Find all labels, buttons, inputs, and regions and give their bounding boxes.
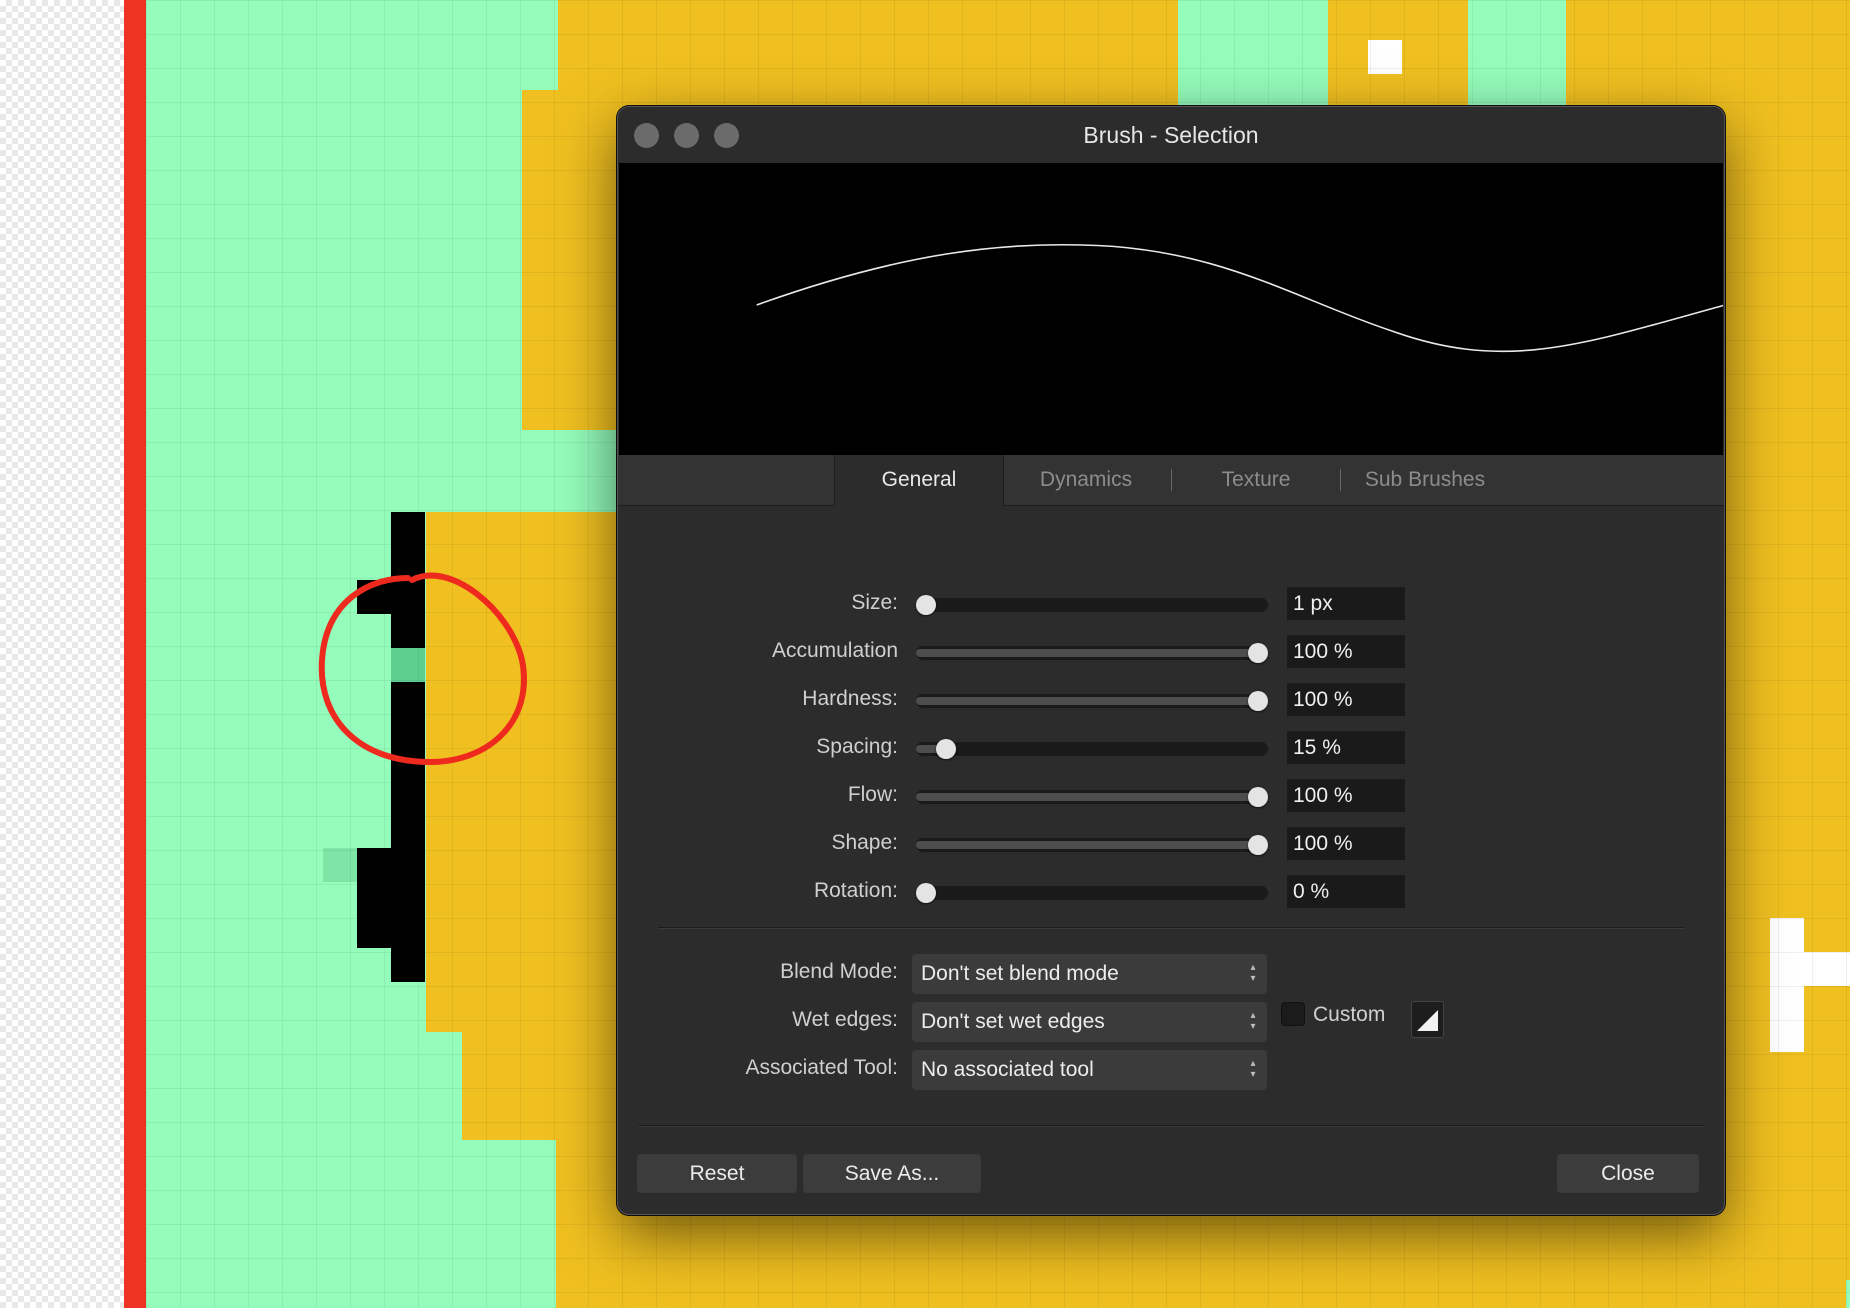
shape-slider[interactable] <box>916 835 1268 855</box>
blend-mode-label: Blend Mode: <box>780 960 898 983</box>
red-edge-stripe <box>124 0 146 1308</box>
wet-edges-label: Wet edges: <box>792 1008 898 1031</box>
slider-label: Accumulation <box>771 639 898 662</box>
size-value-field[interactable]: 1 px <box>1287 587 1405 620</box>
shape-value-field[interactable]: 100 % <box>1287 827 1405 860</box>
slider-knob[interactable] <box>1248 691 1268 711</box>
titlebar: Brush - Selection <box>618 107 1724 163</box>
slider-row-accumulation: Accumulation 100 % <box>618 635 1724 669</box>
accumulation-slider[interactable] <box>916 643 1268 663</box>
flow-slider[interactable] <box>916 787 1268 807</box>
blend-mode-select[interactable]: Don't set blend mode ▴ ▾ <box>912 954 1267 994</box>
size-slider[interactable] <box>916 595 1268 615</box>
slider-label: Size: <box>851 591 898 614</box>
spacing-value-field[interactable]: 15 % <box>1287 731 1405 764</box>
rotation-slider[interactable] <box>916 883 1268 903</box>
slider-label: Flow: <box>847 783 898 806</box>
section-divider <box>658 927 1684 929</box>
tab-dynamics[interactable]: Dynamics <box>1002 455 1170 505</box>
red-circle-annotation <box>318 572 527 766</box>
slider-fill <box>916 697 1258 705</box>
reset-button[interactable]: Reset <box>637 1154 797 1193</box>
stroke-preview-curve <box>756 243 1724 353</box>
slider-fill <box>916 649 1258 657</box>
hardness-value-field[interactable]: 100 % <box>1287 683 1405 716</box>
slider-knob[interactable] <box>1248 643 1268 663</box>
tab-general[interactable]: General <box>834 455 1004 506</box>
custom-checkbox[interactable] <box>1281 1002 1305 1026</box>
custom-label: Custom <box>1313 1003 1386 1026</box>
slider-row-flow: Flow: 100 % <box>618 779 1724 813</box>
slider-knob[interactable] <box>916 883 936 903</box>
window-title: Brush - Selection <box>1083 122 1259 148</box>
ramp-curve-icon <box>1417 1010 1438 1031</box>
slider-label: Shape: <box>831 831 898 854</box>
slider-row-rotation: Rotation: 0 % <box>618 875 1724 909</box>
select-arrows-icon: ▴ ▾ <box>1250 1010 1256 1032</box>
tab-bar: General Dynamics Texture Sub Brushes <box>618 455 1724 506</box>
brush-dialog: Brush - Selection General Dynamics Textu… <box>617 106 1725 1215</box>
slider-row-hardness: Hardness: 100 % <box>618 683 1724 717</box>
wet-edges-select[interactable]: Don't set wet edges ▴ ▾ <box>912 1002 1267 1042</box>
slider-knob[interactable] <box>916 595 936 615</box>
slider-fill <box>916 841 1258 849</box>
slider-row-spacing: Spacing: 15 % <box>618 731 1724 765</box>
slider-row-shape: Shape: 100 % <box>618 827 1724 861</box>
close-button[interactable]: Close <box>1557 1154 1699 1193</box>
tab-texture[interactable]: Texture <box>1172 455 1340 505</box>
slider-knob[interactable] <box>1248 787 1268 807</box>
save-as-button[interactable]: Save As... <box>803 1154 981 1193</box>
select-arrows-icon: ▴ ▾ <box>1250 1058 1256 1080</box>
blend-mode-value: Don't set blend mode <box>921 962 1119 985</box>
accumulation-value-field[interactable]: 100 % <box>1287 635 1405 668</box>
rotation-value-field[interactable]: 0 % <box>1287 875 1405 908</box>
pressure-curve-button[interactable] <box>1411 1001 1444 1038</box>
wet-edges-value: Don't set wet edges <box>921 1010 1105 1033</box>
hardness-slider[interactable] <box>916 691 1268 711</box>
slider-label: Hardness: <box>802 687 898 710</box>
flow-value-field[interactable]: 100 % <box>1287 779 1405 812</box>
slider-label: Spacing: <box>816 735 898 758</box>
footer-divider <box>638 1125 1704 1127</box>
transparency-checkerboard <box>0 0 124 1308</box>
brush-stroke-preview <box>619 163 1724 455</box>
slider-row-size: Size: 1 px <box>618 587 1724 621</box>
slider-knob[interactable] <box>1248 835 1268 855</box>
slider-label: Rotation: <box>813 879 898 902</box>
associated-tool-select[interactable]: No associated tool ▴ ▾ <box>912 1050 1267 1090</box>
associated-tool-value: No associated tool <box>921 1058 1094 1081</box>
slider-fill <box>916 793 1258 801</box>
tab-sub-brushes[interactable]: Sub Brushes <box>1341 455 1509 505</box>
select-arrows-icon: ▴ ▾ <box>1250 962 1256 984</box>
spacing-slider[interactable] <box>916 739 1268 759</box>
associated-tool-label: Associated Tool: <box>745 1056 898 1079</box>
slider-knob[interactable] <box>936 739 956 759</box>
